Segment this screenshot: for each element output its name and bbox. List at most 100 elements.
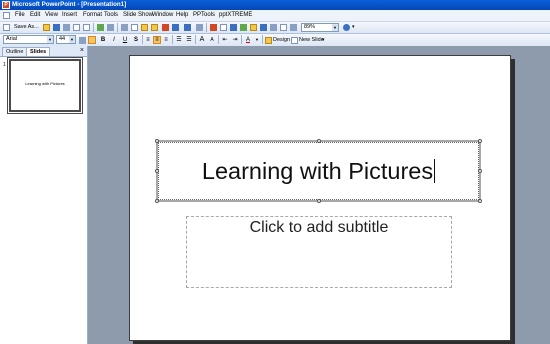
decrease-font-button[interactable]: A: [208, 36, 216, 44]
chevron-down-icon[interactable]: ▼: [69, 36, 75, 43]
tab-outline[interactable]: Outline: [2, 47, 28, 56]
align-right-icon[interactable]: ≡: [162, 36, 170, 44]
paste-icon[interactable]: [141, 24, 148, 31]
tables-borders-icon[interactable]: [230, 24, 237, 31]
italic-button[interactable]: I: [110, 36, 118, 44]
menu-bar: File Edit View Insert Format Tools Slide…: [0, 10, 550, 22]
resize-handle[interactable]: [155, 169, 159, 173]
chevron-down-icon[interactable]: ▼: [47, 36, 53, 43]
menu-tools[interactable]: Tools: [104, 10, 118, 21]
chart-icon[interactable]: [210, 24, 217, 31]
grow-icon[interactable]: [79, 37, 86, 44]
toolbar-separator: [142, 35, 143, 44]
email-icon[interactable]: [63, 24, 70, 31]
menu-window[interactable]: Window: [152, 10, 173, 21]
powerpoint-icon[interactable]: P: [2, 1, 10, 9]
design-button[interactable]: Design: [273, 34, 290, 46]
undo-icon[interactable]: [172, 24, 179, 31]
slide-title[interactable]: Learning with Pictures: [202, 158, 433, 185]
research-icon[interactable]: [107, 24, 114, 31]
grid-icon[interactable]: [280, 24, 287, 31]
toolbar-options-icon[interactable]: ▾: [352, 24, 359, 31]
shadow-button[interactable]: S: [132, 36, 140, 44]
design-icon[interactable]: [265, 37, 272, 44]
menu-format[interactable]: Format: [83, 10, 102, 21]
subtitle-placeholder[interactable]: Click to add subtitle: [186, 216, 452, 288]
increase-indent-icon[interactable]: ⇥: [231, 36, 239, 44]
toolbar-separator: [241, 35, 242, 44]
resize-handle[interactable]: [478, 199, 482, 203]
expand-all-icon[interactable]: [260, 24, 267, 31]
document-icon[interactable]: [3, 12, 10, 19]
font-color-button[interactable]: A: [244, 36, 252, 44]
resize-handle[interactable]: [155, 139, 159, 143]
chevron-down-icon[interactable]: ▼: [253, 36, 261, 44]
resize-handle[interactable]: [478, 139, 482, 143]
slide-thumbnail[interactable]: Learning with Pictures: [9, 59, 81, 112]
show-formatting-icon[interactable]: [270, 24, 277, 31]
redo-icon[interactable]: [184, 24, 191, 31]
font-size-value: 44: [59, 36, 66, 42]
decrease-indent-icon[interactable]: ⇤: [221, 36, 229, 44]
open-icon[interactable]: [43, 24, 50, 31]
slide-work-area: Learning with Pictures Click to add subt…: [88, 46, 550, 344]
new-slide-icon[interactable]: [291, 37, 298, 44]
font-name-select[interactable]: Arial ▼: [3, 35, 54, 44]
menu-help[interactable]: Help: [176, 10, 188, 21]
color-grayscale-icon[interactable]: [290, 24, 297, 31]
title-placeholder[interactable]: Learning with Pictures: [155, 139, 482, 203]
menu-view[interactable]: View: [45, 10, 58, 21]
hyperlink-icon[interactable]: [162, 24, 169, 31]
slides-pane: Outline Slides × 1 Learning with Picture…: [0, 46, 88, 344]
title-text-container: Learning with Pictures: [158, 142, 479, 200]
increase-font-button[interactable]: A: [198, 36, 206, 44]
help-icon[interactable]: [343, 24, 350, 31]
slide-number: 1: [3, 62, 6, 68]
slide-canvas[interactable]: Learning with Pictures Click to add subt…: [129, 55, 511, 341]
resize-handle[interactable]: [478, 169, 482, 173]
toolbar-separator: [195, 35, 196, 44]
tab-slides[interactable]: Slides: [26, 47, 51, 56]
print-icon[interactable]: [73, 24, 80, 31]
bullets-icon[interactable]: ☰: [185, 36, 193, 44]
zoom-select[interactable]: 89% ▼: [301, 23, 339, 32]
toolbar-separator: [206, 23, 207, 32]
expand-icon[interactable]: [196, 24, 203, 31]
resize-handle[interactable]: [317, 199, 321, 203]
menu-pptxtreme[interactable]: pptXTREME: [219, 10, 252, 21]
numbering-icon[interactable]: ☰: [175, 36, 183, 44]
toolbar-separator: [93, 23, 94, 32]
close-icon[interactable]: ×: [80, 46, 84, 56]
save-as-button[interactable]: Save As...: [14, 22, 39, 33]
standard-toolbar: Save As... 89% ▼ ▾: [0, 22, 550, 34]
underline-button[interactable]: U: [121, 36, 129, 44]
resize-handle[interactable]: [155, 199, 159, 203]
resize-handle[interactable]: [317, 139, 321, 143]
text-caret: [434, 159, 436, 183]
cut-icon[interactable]: [121, 24, 128, 31]
font-size-select[interactable]: 44 ▼: [56, 35, 76, 44]
menu-insert[interactable]: Insert: [62, 10, 77, 21]
thumbnail-title: Learning with Pictures: [25, 81, 65, 86]
menu-slide-show[interactable]: Slide Show: [123, 10, 153, 21]
chevron-down-icon[interactable]: ▼: [332, 24, 338, 31]
new-icon[interactable]: [3, 24, 10, 31]
menu-file[interactable]: File: [15, 10, 25, 21]
wordart-icon[interactable]: [250, 24, 257, 31]
save-icon[interactable]: [53, 24, 60, 31]
zoom-value: 89%: [304, 24, 316, 30]
insert-picture-icon[interactable]: [240, 24, 247, 31]
toolbar-options-icon[interactable]: ▾: [322, 37, 329, 44]
new-slide-button[interactable]: New Slide: [299, 34, 324, 46]
table-icon[interactable]: [220, 24, 227, 31]
align-center-icon[interactable]: ≡: [153, 36, 161, 44]
align-left-icon[interactable]: ≡: [144, 36, 152, 44]
menu-edit[interactable]: Edit: [30, 10, 40, 21]
format-painter-icon[interactable]: [151, 24, 158, 31]
menu-pptools[interactable]: PPTools: [193, 10, 215, 21]
print-preview-icon[interactable]: [83, 24, 90, 31]
spelling-icon[interactable]: [97, 24, 104, 31]
font-dialog-icon[interactable]: [88, 36, 96, 44]
copy-icon[interactable]: [131, 24, 138, 31]
bold-button[interactable]: B: [99, 36, 107, 44]
